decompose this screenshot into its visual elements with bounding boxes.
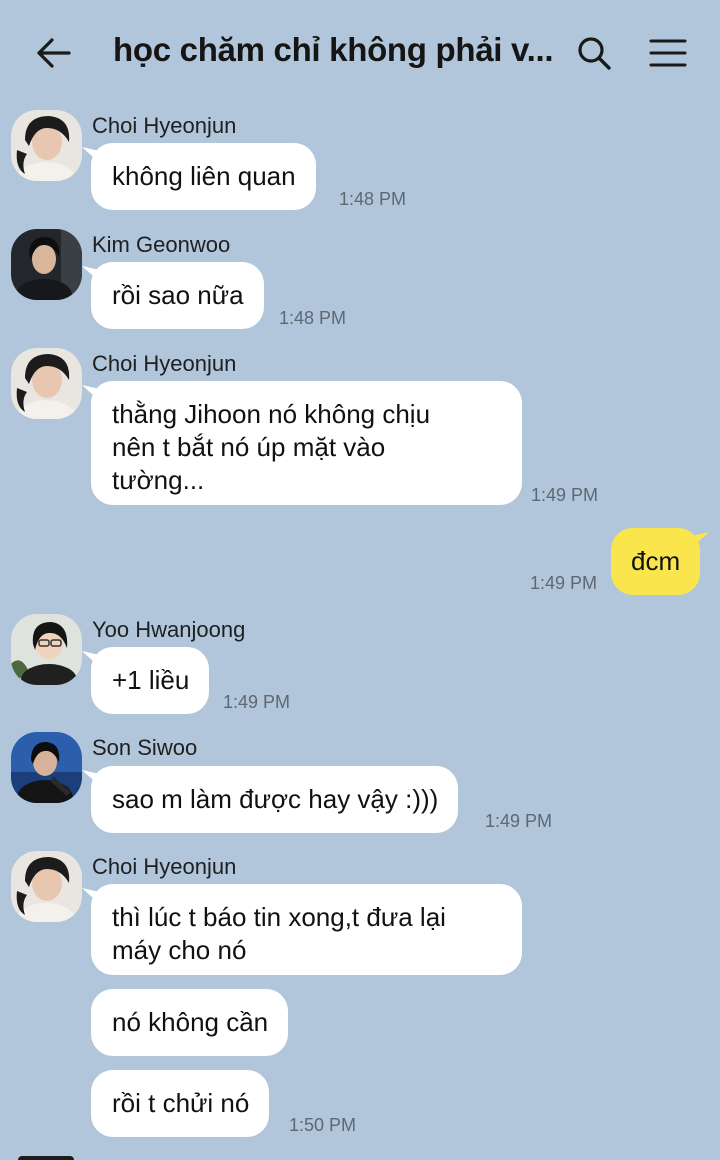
message-bubble[interactable]: rồi t chửi nó [91, 1070, 270, 1137]
sender-name: Choi Hyeonjun [92, 113, 237, 138]
back-button[interactable] [28, 30, 80, 76]
avatar-choi-hyeonjun[interactable] [11, 348, 82, 419]
message-bubble[interactable]: sao m làm được hay vậy :))) [91, 766, 459, 833]
sender-name: Son Siwoo [92, 735, 198, 760]
message-time: 1:49 PM [485, 811, 553, 831]
message-text: rồi t chửi nó [112, 1088, 250, 1118]
message-time: 1:49 PM [531, 485, 599, 505]
search-icon [578, 37, 611, 70]
message-text-line: thằng Jihoon nó không chịu [112, 399, 431, 429]
avatar-kim-geonwoo[interactable] [11, 229, 82, 300]
message-text: +1 liều [112, 665, 190, 695]
message-text-line: máy cho nó [112, 935, 247, 965]
back-arrow-icon [37, 38, 71, 68]
message-time: 1:48 PM [279, 308, 347, 328]
message-bubble[interactable]: không liên quan [91, 143, 316, 210]
message-text: đcm [631, 546, 681, 576]
message-time: 1:49 PM [223, 692, 291, 712]
message-text-line: tường... [112, 465, 205, 495]
message-text-line: nên t bắt nó úp mặt vào [112, 432, 386, 462]
message-text: không liên quan [112, 161, 296, 191]
chat-title: học chăm chỉ không phải v... [113, 31, 553, 68]
avatar-partial [18, 1156, 74, 1160]
sender-name: Choi Hyeonjun [92, 854, 237, 879]
message-bubble[interactable]: nó không cần [91, 989, 289, 1056]
avatar-yoo-hwanjoong[interactable] [11, 614, 82, 685]
message-bubble[interactable]: thì lúc t báo tin xong,t đưa lại máy cho… [91, 884, 522, 975]
message-text: sao m làm được hay vậy :))) [112, 784, 439, 814]
avatar-choi-hyeonjun[interactable] [11, 851, 82, 922]
message-time: 1:49 PM [530, 573, 598, 593]
message-time: 1:50 PM [289, 1115, 357, 1135]
chat-header: học chăm chỉ không phải v... [0, 0, 720, 104]
message-text-line: thì lúc t báo tin xong,t đưa lại [112, 902, 446, 932]
message-text: nó không cần [112, 1007, 269, 1037]
menu-button[interactable] [644, 30, 692, 76]
message-bubble[interactable]: thằng Jihoon nó không chịu nên t bắt nó … [91, 381, 522, 505]
message-bubble[interactable]: +1 liều [91, 647, 210, 714]
message-time: 1:48 PM [339, 189, 407, 209]
avatar-choi-hyeonjun[interactable] [11, 110, 82, 181]
message-text: rồi sao nữa [112, 280, 244, 310]
menu-icon [649, 39, 687, 67]
outgoing-message-bubble[interactable]: đcm [611, 528, 701, 595]
sender-name: Yoo Hwanjoong [92, 617, 246, 642]
sender-name: Kim Geonwoo [92, 232, 231, 257]
search-button[interactable] [570, 30, 618, 76]
sender-name: Choi Hyeonjun [92, 351, 237, 376]
avatar-son-siwoo[interactable] [11, 732, 82, 803]
message-bubble[interactable]: rồi sao nữa [91, 262, 264, 329]
